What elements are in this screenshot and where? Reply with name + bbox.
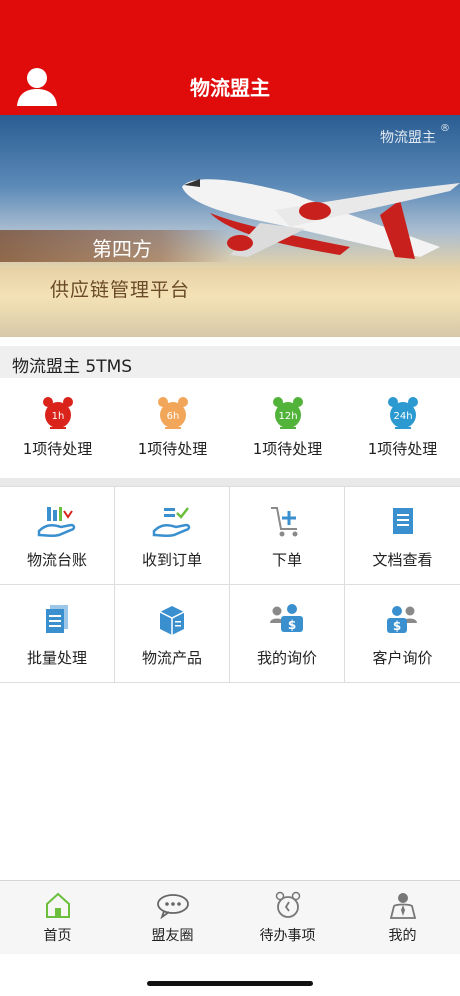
alarm-badge: 6h [166,411,179,422]
grid-item-label: 物流台账 [26,551,87,569]
tab-circle[interactable]: 盟友圈 [115,881,230,954]
alarm-item-1h[interactable]: 1h 1项待处理 [0,380,115,476]
grid-item-my-inquiry[interactable]: $ 我的询价 [230,585,345,683]
tab-label: 待办事项 [259,928,316,944]
section-title: 物流盟主 5TMS [0,346,460,378]
grid-item-docs[interactable]: 文档查看 [345,487,460,585]
grid-item-orders[interactable]: 收到订单 [115,487,230,585]
order-received-icon [152,507,191,538]
alarm-label: 1项待处理 [367,440,438,458]
home-indicator[interactable] [147,981,313,986]
promo-banner[interactable]: 物流盟主 ® 第四方 供应链管理平台 [0,115,460,337]
alarm-label: 1项待处理 [252,440,323,458]
grid-item-label: 客户询价 [372,649,433,667]
banner-line2: 供应链管理平台 [50,279,191,301]
alarm-item-12h[interactable]: 12h 1项待处理 [230,380,345,476]
tab-mine[interactable]: 我的 [345,881,460,954]
grid-item-ledger[interactable]: 物流台账 [0,487,115,585]
grid-item-place-order[interactable]: 下单 [230,487,345,585]
pending-alarms: 1h 1项待处理 6h 1项待处理 12h 1项待处理 24h 1项待处理 [0,380,460,476]
banner-brand: 物流盟主 [380,130,436,146]
grid-item-label: 我的询价 [256,649,317,667]
batch-document-icon [46,605,68,633]
tab-home[interactable]: 首页 [0,881,115,954]
page-title: 物流盟主 [190,76,270,100]
bottom-tab-bar: 首页 盟友圈 待办事项 我的 [0,880,460,954]
tab-label: 我的 [388,928,417,944]
alarm-clock-icon: 1h [42,397,73,429]
grid-item-customer-inquiry[interactable]: $ 客户询价 [345,585,460,683]
my-inquiry-icon: $ [270,604,303,632]
grid-item-products[interactable]: 物流产品 [115,585,230,683]
app-header: 物流盟主 [0,0,460,115]
alarm-clock-icon: 24h [387,397,418,429]
home-icon [45,892,70,918]
alarm-badge: 12h [278,411,297,422]
tab-label: 首页 [43,928,72,944]
grid-item-label: 文档查看 [372,551,433,569]
document-icon [392,508,413,534]
alarm-label: 1项待处理 [22,440,93,458]
profile-icon [389,893,416,919]
alarm-clock-icon: 12h [272,397,303,429]
svg-text:$: $ [392,619,400,633]
cart-add-icon [271,507,298,537]
alarm-badge: 1h [51,411,64,422]
tab-label: 盟友圈 [151,928,194,944]
registered-mark: ® [440,123,450,134]
alarm-item-6h[interactable]: 6h 1项待处理 [115,380,230,476]
grid-item-batch[interactable]: 批量处理 [0,585,115,683]
banner-line1: 第四方 [92,237,152,261]
ledger-hand-icon [37,507,76,538]
grid-item-label: 物流产品 [141,649,202,667]
airplane-image [182,179,460,259]
alarm-label: 1项待处理 [137,440,208,458]
grid-item-label: 批量处理 [26,649,87,667]
section-divider [0,478,460,486]
function-grid: 物流台账 收到订单 下单 文档查看 批量处理 物流产品 $ 我的询价 $ 客户询… [0,486,460,683]
customer-inquiry-icon: $ [386,606,417,633]
grid-item-label: 下单 [271,551,302,569]
svg-text:$: $ [288,618,296,632]
alarm-clock-icon: 6h [157,397,188,429]
grid-item-label: 收到订单 [141,551,202,569]
clock-icon [275,891,300,918]
tab-todo[interactable]: 待办事项 [230,881,345,954]
alarm-item-24h[interactable]: 24h 1项待处理 [345,380,460,476]
product-box-icon [159,606,185,635]
alarm-badge: 24h [393,411,412,422]
chat-bubble-icon [156,894,189,919]
